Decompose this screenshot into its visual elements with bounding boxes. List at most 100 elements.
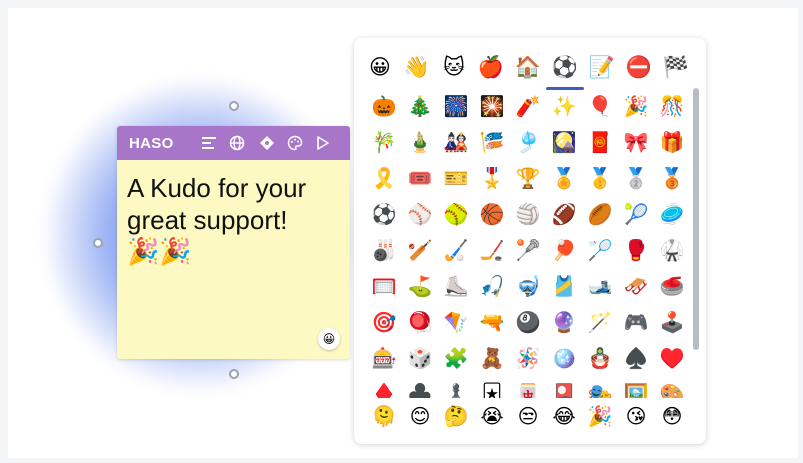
emoji-option[interactable]: 🖼️ [618,376,654,398]
emoji-option[interactable]: 🧧 [582,124,618,160]
emoji-option[interactable]: 🎴 [546,376,582,398]
emoji-option[interactable]: 🏈 [546,196,582,232]
emoji-option[interactable]: 🎫 [438,160,474,196]
palette-icon[interactable] [285,133,305,153]
emoji-category-tab[interactable]: 📝 [586,51,618,83]
emoji-option[interactable]: 🎽 [546,268,582,304]
emoji-option[interactable]: ♟️ [438,376,474,398]
emoji-category-tab[interactable]: 😀 [364,51,396,83]
recent-emoji-option[interactable]: 🤔 [438,398,474,434]
emoji-option[interactable]: 🎋 [366,124,402,160]
sticky-note[interactable]: HASO A Kudo for your great support! 🎉🎉 😀 [117,126,350,359]
emoji-option[interactable]: 🏆 [510,160,546,196]
emoji-option[interactable]: ♦️ [366,376,402,398]
align-text-icon[interactable] [199,133,219,153]
emoji-option[interactable]: 🎑 [546,124,582,160]
recent-emoji-option[interactable]: 😳 [654,398,690,434]
emoji-option[interactable]: ⛸️ [438,268,474,304]
globe-icon[interactable] [227,133,247,153]
emoji-option[interactable]: 🏐 [510,196,546,232]
emoji-option[interactable]: 🎇 [474,88,510,124]
emoji-option[interactable]: 🏒 [474,232,510,268]
emoji-option[interactable]: 🎯 [366,304,402,340]
recent-emoji-option[interactable]: 😭 [474,398,510,434]
emoji-option[interactable]: 🎣 [474,268,510,304]
emoji-option[interactable]: 🧩 [438,340,474,376]
emoji-option[interactable]: ⚾ [402,196,438,232]
emoji-option[interactable]: 🎃 [366,88,402,124]
emoji-option[interactable]: 🎟️ [402,160,438,196]
emoji-option[interactable]: 🎉 [618,88,654,124]
emoji-option[interactable]: 🏏 [402,232,438,268]
emoji-picker[interactable]: 😀 👋 🐱 🍎 🏠 ⚽ 📝 ⛔ 🏁 🎃 🎄 🎆 🎇 🧨 ✨ 🎈 🎉 🎊 🎋 🎍 🎎 🎏 🎐 🎑 🧧 🎀 🎁 🎗️ 🎟️ 🎫 🎖️ 🏆 🏅 🥇 🥈 🥉… [354,38,706,444]
resize-handle-left[interactable] [93,238,103,248]
recent-emoji-option[interactable]: 😘 [618,398,654,434]
emoji-option[interactable]: 🎎 [438,124,474,160]
emoji-option[interactable]: 🪀 [402,304,438,340]
emoji-option[interactable]: 🪩 [546,340,582,376]
emoji-option[interactable]: 🎍 [402,124,438,160]
emoji-option[interactable]: 🏸 [582,232,618,268]
emoji-option[interactable]: 🀄 [510,376,546,398]
recent-emoji-option[interactable]: 😊 [402,398,438,434]
emoji-option[interactable]: 🔫 [474,304,510,340]
emoji-option[interactable]: 🥇 [582,160,618,196]
emoji-option[interactable]: 🎿 [582,268,618,304]
emoji-option[interactable]: 🏉 [582,196,618,232]
emoji-option[interactable]: ⚽ [366,196,402,232]
emoji-option[interactable]: 🎰 [366,340,402,376]
recent-emoji-option[interactable]: 😂 [546,398,582,434]
emoji-category-tab[interactable]: 🏁 [660,51,692,83]
emoji-option[interactable]: 🕹️ [654,304,688,340]
emoji-option[interactable]: 🎨 [654,376,688,398]
emoji-option[interactable]: 🎏 [474,124,510,160]
emoji-option[interactable]: 🎁 [654,124,688,160]
emoji-category-tab[interactable]: 🏠 [512,51,544,83]
emoji-option[interactable]: ♣️ [402,376,438,398]
emoji-option[interactable]: 🔮 [546,304,582,340]
emoji-option[interactable]: 🎱 [510,304,546,340]
emoji-category-tab[interactable]: 🐱 [438,51,470,83]
note-content[interactable]: A Kudo for your great support! 🎉🎉 [127,172,342,266]
emoji-option[interactable]: 🛷 [618,268,654,304]
emoji-option[interactable]: 🥈 [618,160,654,196]
emoji-option[interactable]: ⛳ [402,268,438,304]
emoji-option[interactable]: 🥋 [654,232,688,268]
emoji-option[interactable]: 🏀 [474,196,510,232]
emoji-option[interactable]: 🪁 [438,304,474,340]
emoji-option[interactable]: 🎖️ [474,160,510,196]
emoji-option[interactable]: ♠️ [618,340,654,376]
emoji-option[interactable]: 🥅 [366,268,402,304]
emoji-option[interactable]: 🎳 [366,232,402,268]
emoji-option[interactable]: 🪄 [582,304,618,340]
resize-handle-top[interactable] [229,101,239,111]
emoji-option[interactable]: 🎾 [618,196,654,232]
emoji-option[interactable]: 🥎 [438,196,474,232]
recent-emoji-option[interactable]: 🫠 [366,398,402,434]
present-play-icon[interactable] [313,133,333,153]
emoji-option[interactable]: 🏅 [546,160,582,196]
emoji-option[interactable]: 🥍 [510,232,546,268]
emoji-category-tab[interactable]: ⛔ [623,51,655,83]
emoji-option[interactable]: 🎭 [582,376,618,398]
emoji-option[interactable]: 🧸 [474,340,510,376]
emoji-category-tab[interactable]: 🍎 [475,51,507,83]
emoji-option[interactable]: 🪅 [510,340,546,376]
emoji-option[interactable]: 🎲 [402,340,438,376]
emoji-option[interactable]: ♥️ [654,340,688,376]
emoji-category-tab[interactable]: ⚽ [549,51,581,83]
emoji-option[interactable]: 🏑 [438,232,474,268]
emoji-option[interactable]: 🥉 [654,160,688,196]
emoji-option[interactable]: 🎗️ [366,160,402,196]
emoji-option[interactable]: 🎊 [654,88,688,124]
recent-emoji-option[interactable]: 🎉 [582,398,618,434]
emoji-option[interactable]: 🥊 [618,232,654,268]
emoji-option[interactable]: 🎈 [582,88,618,124]
emoji-grid-scrollbar[interactable] [693,88,699,350]
emoji-option[interactable]: ✨ [546,88,582,124]
emoji-option[interactable]: 🎆 [438,88,474,124]
resize-handle-bottom[interactable] [229,369,239,379]
diamond-icon[interactable] [257,133,277,153]
emoji-option[interactable]: 🎀 [618,124,654,160]
emoji-option[interactable]: 🤿 [510,268,546,304]
